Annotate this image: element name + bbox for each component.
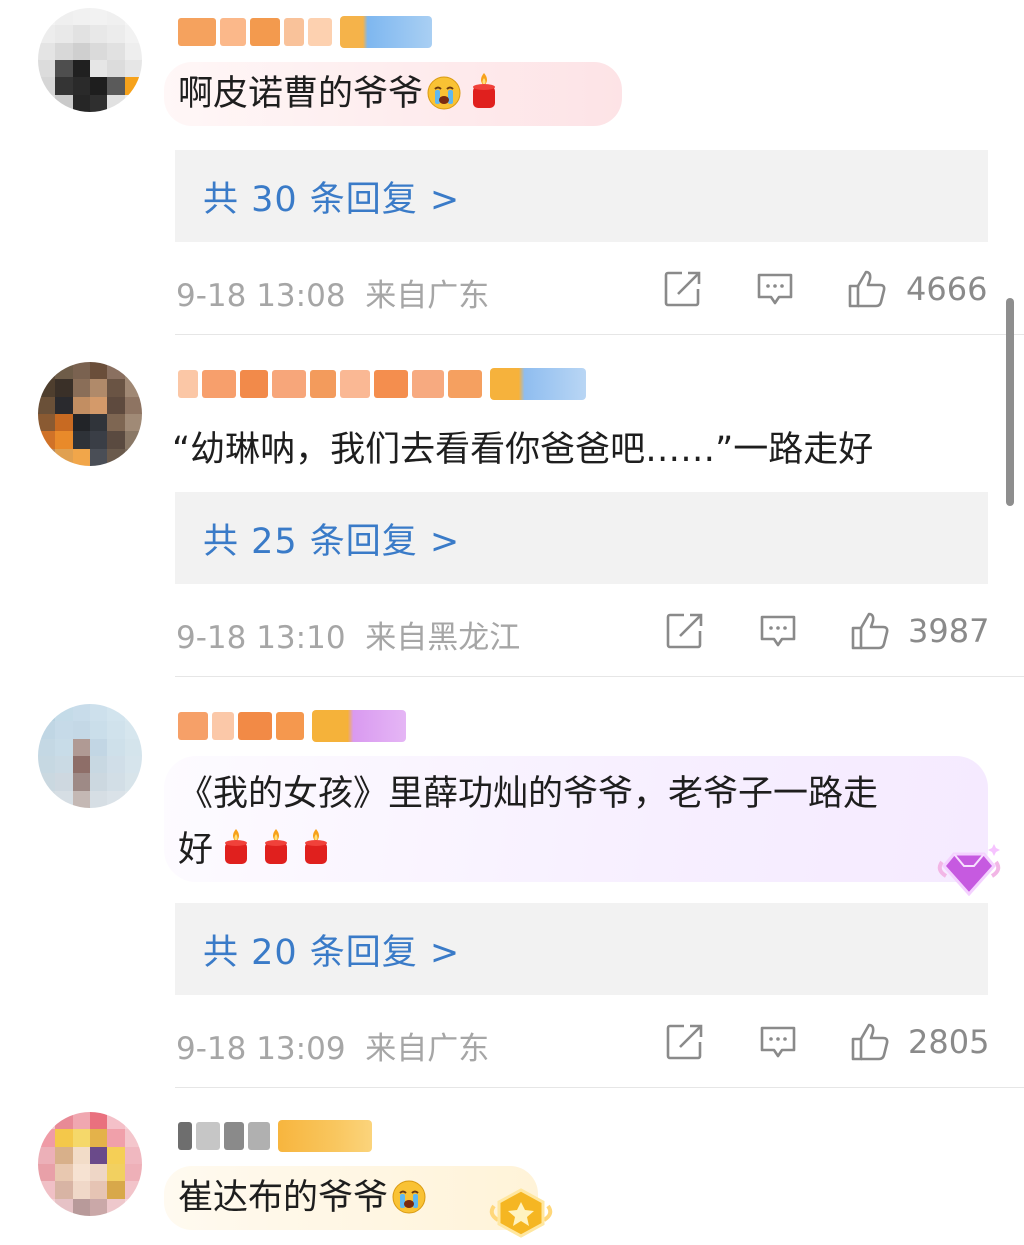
avatar[interactable] xyxy=(38,704,142,808)
replies-count: 共 30 条回复 > xyxy=(203,179,461,220)
time-location: 9-18 13:09 来自广东 xyxy=(176,1023,489,1068)
share-icon[interactable] xyxy=(664,610,706,652)
comment-text: 崔达布的爷爷 xyxy=(178,1178,389,1218)
crying-face-emoji-icon xyxy=(392,1179,426,1215)
replies-count: 共 20 条回复 > xyxy=(203,932,461,973)
member-badge xyxy=(490,368,586,400)
comment-text-line-1: 《我的女孩》里薛功灿的爷爷，老爷子一路走 xyxy=(178,774,879,814)
comment-text-line-2: 好 xyxy=(178,822,974,878)
replies-link[interactable]: 共 30 条回复 > xyxy=(175,150,988,242)
comment-location: 来自广东 xyxy=(365,278,490,314)
replies-link[interactable]: 共 25 条回复 > xyxy=(175,492,988,584)
candle-emoji-icon xyxy=(259,827,293,867)
comment-time: 9-18 13:09 xyxy=(176,1031,346,1067)
share-icon[interactable] xyxy=(664,1021,706,1063)
comment-text-line-2-text: 好 xyxy=(178,830,214,870)
candle-emoji-icon xyxy=(467,71,501,111)
comment-location: 来自广东 xyxy=(365,1031,490,1067)
thumbs-up-icon[interactable] xyxy=(846,268,888,310)
avatar[interactable] xyxy=(38,1112,142,1216)
member-badge xyxy=(340,16,432,48)
comment-icon[interactable] xyxy=(757,610,799,652)
comment-location: 来自黑龙江 xyxy=(365,620,521,656)
like-count: 3987 xyxy=(908,612,990,650)
replies-count: 共 25 条回复 > xyxy=(203,521,461,562)
vip-gem-badge-icon xyxy=(934,838,1004,900)
username-blurred[interactable] xyxy=(178,364,586,404)
divider xyxy=(175,676,1024,677)
username-blurred[interactable] xyxy=(178,706,406,746)
comment-meta: 9-18 13:09 来自广东 2805 xyxy=(0,1013,1024,1073)
time-location: 9-18 13:10 来自黑龙江 xyxy=(176,612,520,657)
username-blurred[interactable] xyxy=(178,12,432,52)
comment-icon[interactable] xyxy=(754,268,796,310)
member-badge xyxy=(312,710,406,742)
comment-time: 9-18 13:10 xyxy=(176,620,346,656)
avatar[interactable] xyxy=(38,362,142,466)
divider xyxy=(175,334,1024,335)
comment-time: 9-18 13:08 xyxy=(176,278,346,314)
time-location: 9-18 13:08 来自广东 xyxy=(176,270,489,315)
vip-gold-badge-icon xyxy=(486,1182,556,1244)
share-icon[interactable] xyxy=(662,268,704,310)
crying-face-emoji-icon xyxy=(427,75,461,111)
comment-icon[interactable] xyxy=(757,1021,799,1063)
thumbs-up-icon[interactable] xyxy=(849,1021,891,1063)
comment-text: 啊皮诺曹的爷爷 xyxy=(178,74,424,114)
comment-bubble[interactable]: 《我的女孩》里薛功灿的爷爷，老爷子一路走 好 xyxy=(164,756,988,882)
comment-text[interactable]: “幼琳呐，我们去看看你爸爸吧……”一路走好 xyxy=(172,422,873,478)
replies-link[interactable]: 共 20 条回复 > xyxy=(175,903,988,995)
like-count: 4666 xyxy=(906,270,988,308)
divider xyxy=(175,1087,1024,1088)
candle-emoji-icon xyxy=(219,827,253,867)
thumbs-up-icon[interactable] xyxy=(849,610,891,652)
comment-bubble[interactable]: 崔达布的爷爷 xyxy=(164,1166,538,1230)
member-badge xyxy=(278,1120,372,1152)
candle-emoji-icon xyxy=(299,827,333,867)
comment-bubble[interactable]: 啊皮诺曹的爷爷 xyxy=(164,62,622,126)
comment-meta: 9-18 13:10 来自黑龙江 3987 xyxy=(0,602,1024,662)
like-count: 2805 xyxy=(908,1023,990,1061)
username-blurred[interactable] xyxy=(178,1116,372,1156)
comment-meta: 9-18 13:08 来自广东 4666 xyxy=(0,260,1024,320)
avatar[interactable] xyxy=(38,8,142,112)
scrollbar[interactable] xyxy=(1006,298,1014,506)
